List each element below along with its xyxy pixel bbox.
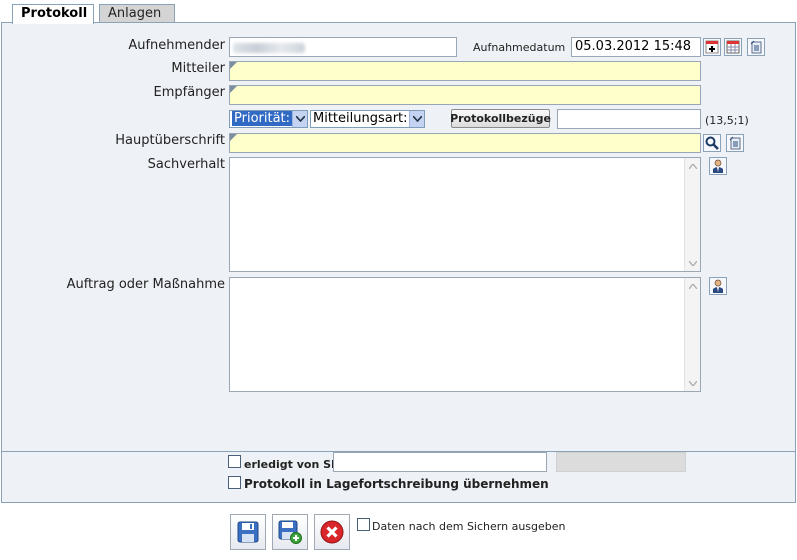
cancel-icon bbox=[320, 520, 344, 544]
add-date-button[interactable] bbox=[703, 38, 721, 56]
search-icon bbox=[705, 136, 719, 150]
sachverhalt-label: Sachverhalt bbox=[147, 157, 225, 172]
auftrag-textarea[interactable] bbox=[229, 277, 701, 392]
scrollbar[interactable] bbox=[684, 158, 700, 271]
scroll-down-icon[interactable] bbox=[686, 376, 700, 390]
dropdown-corner-marker bbox=[230, 62, 237, 69]
redacted-name bbox=[233, 43, 305, 53]
person-icon bbox=[713, 159, 723, 173]
lagefortschreibung-checkbox[interactable] bbox=[228, 476, 241, 489]
protokollbezuege-button[interactable]: Protokollbezüge bbox=[450, 109, 551, 128]
mitteiler-field[interactable] bbox=[229, 61, 701, 81]
scroll-up-icon[interactable] bbox=[686, 159, 700, 173]
save-icon bbox=[237, 521, 259, 543]
sachverhalt-textarea[interactable] bbox=[229, 157, 701, 272]
calendar-icon bbox=[726, 40, 740, 54]
aufnahmedatum-label: Aufnahmedatum bbox=[473, 41, 566, 54]
hauptueberschrift-field[interactable] bbox=[229, 133, 701, 153]
search-button[interactable] bbox=[703, 134, 721, 152]
hauptueberschrift-label: Hauptüberschrift bbox=[115, 133, 225, 148]
protokollbezuege-field[interactable] bbox=[557, 109, 701, 129]
scroll-down-icon[interactable] bbox=[686, 256, 700, 270]
save-new-icon bbox=[278, 520, 302, 544]
prioritaet-select[interactable]: Priorität: bbox=[229, 110, 308, 128]
dropdown-corner-marker bbox=[230, 86, 237, 93]
mitteiler-label: Mitteiler bbox=[171, 61, 225, 76]
erledigt-field[interactable] bbox=[333, 452, 547, 472]
empfaenger-label: Empfänger bbox=[153, 85, 225, 100]
cancel-button[interactable] bbox=[314, 514, 350, 550]
person-icon bbox=[713, 279, 723, 293]
tab-protokoll[interactable]: Protokoll bbox=[12, 4, 94, 24]
auftrag-label: Auftrag oder Maßnahme bbox=[66, 277, 225, 292]
dropdown-corner-marker bbox=[230, 134, 237, 141]
save-new-button[interactable] bbox=[272, 514, 308, 550]
scroll-up-icon[interactable] bbox=[686, 279, 700, 293]
print-after-save-checkbox[interactable] bbox=[357, 518, 370, 531]
calendar-add-icon bbox=[705, 40, 719, 54]
disabled-field bbox=[556, 452, 686, 472]
print-after-save-label: Daten nach dem Sichern ausgeben bbox=[372, 520, 566, 533]
prioritaet-selected-value: Priorität: bbox=[232, 111, 293, 126]
empfaenger-field[interactable] bbox=[229, 85, 701, 105]
mitteilungsart-select[interactable]: Mitteilungsart: bbox=[310, 110, 425, 128]
scrollbar[interactable] bbox=[684, 278, 700, 391]
notepad-icon bbox=[750, 40, 762, 54]
aufnehmender-field[interactable] bbox=[229, 37, 457, 57]
mitteilungsart-selected-value: Mitteilungsart: bbox=[313, 111, 408, 126]
person-button-auftrag[interactable] bbox=[709, 277, 727, 295]
erledigt-checkbox[interactable] bbox=[228, 455, 241, 468]
notes-button[interactable] bbox=[747, 38, 765, 56]
aufnahmedatum-field[interactable]: 05.03.2012 15:48 bbox=[571, 37, 701, 57]
tab-anlagen[interactable]: Anlagen bbox=[99, 4, 175, 23]
chevron-down-icon bbox=[409, 111, 424, 127]
calendar-button[interactable] bbox=[724, 38, 742, 56]
aufnehmender-label: Aufnehmender bbox=[128, 38, 225, 53]
notepad-icon bbox=[729, 136, 741, 150]
save-button[interactable] bbox=[230, 514, 266, 550]
lagefortschreibung-label: Protokoll in Lagefortschreibung übernehm… bbox=[244, 477, 549, 491]
erledigt-label: erledigt von SB bbox=[244, 458, 340, 471]
coordinates-text: (13,5;1) bbox=[705, 114, 749, 127]
notes-button-2[interactable] bbox=[726, 134, 744, 152]
person-button-sachverhalt[interactable] bbox=[709, 157, 727, 175]
chevron-down-icon bbox=[292, 111, 307, 127]
